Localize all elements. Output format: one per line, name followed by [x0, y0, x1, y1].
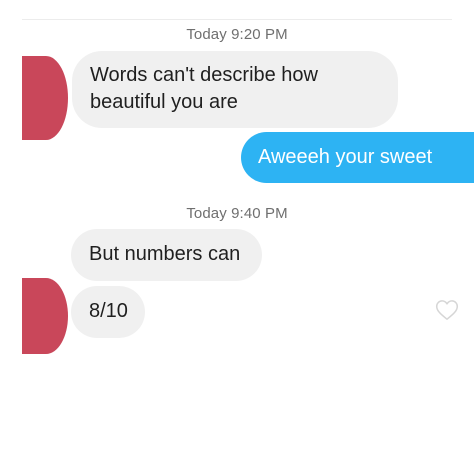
received-message-bubble[interactable]: 8/10 [71, 286, 145, 338]
contact-avatar[interactable] [22, 56, 68, 140]
received-message-bubble[interactable]: But numbers can [71, 229, 262, 281]
sent-message-bubble[interactable]: Aweeeh your sweet [241, 132, 474, 183]
received-message-bubble[interactable]: Words can't describe how beautiful you a… [72, 51, 398, 128]
timestamp: Today 9:20 PM [186, 26, 288, 43]
heart-outline-icon[interactable] [434, 297, 460, 323]
contact-avatar[interactable] [22, 278, 68, 354]
timestamp: Today 9:40 PM [186, 205, 288, 222]
top-divider [22, 19, 452, 20]
